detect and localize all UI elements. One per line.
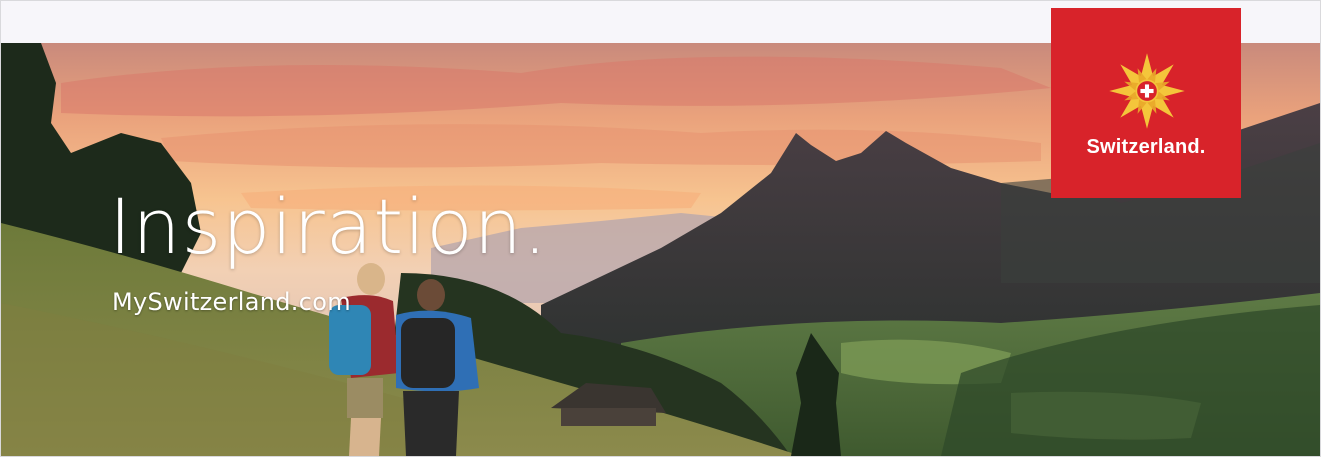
- website-url-text[interactable]: MySwitzerland.com: [112, 288, 351, 316]
- logo-wordmark: Switzerland.: [1086, 136, 1206, 158]
- headline-text: Inspiration.: [109, 182, 549, 271]
- swiss-edelweiss-cross-icon: [1109, 53, 1185, 129]
- ad-frame: Inspiration. MySwitzerland.com Switzerla…: [0, 0, 1321, 457]
- switzerland-tourism-logo[interactable]: Switzerland.: [1051, 8, 1241, 198]
